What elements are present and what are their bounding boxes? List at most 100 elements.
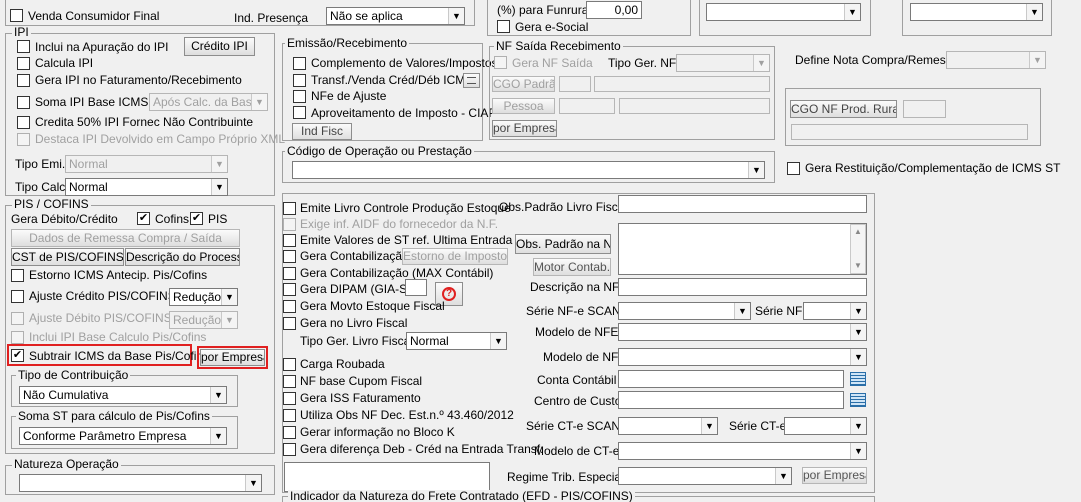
inclui-ipi-base-checkbox[interactable] [11,331,24,344]
descricao-nf-input[interactable] [618,278,867,296]
cgo-nf-prod-rural-desc-input[interactable] [791,124,1028,140]
serie-cte-scan-select[interactable]: ▼ [618,417,718,435]
gera-iss-checkbox[interactable] [283,392,296,405]
gera-livro-fiscal-checkbox[interactable] [283,317,296,330]
descricao-processo-button[interactable]: Descrição do Processo [125,248,240,266]
modelo-cte-select[interactable]: ▼ [618,442,867,460]
pis-cofins-por-empresa-button[interactable]: por Empresa [200,349,265,366]
gera-ipi-faturamento-checkbox[interactable] [17,74,30,87]
centro-custo-lookup-icon[interactable] [850,393,866,407]
obs-padrao-livro-input[interactable] [618,195,867,213]
funrural-input[interactable]: 0,00 [586,1,642,19]
exige-aidf-checkbox[interactable] [283,218,296,231]
tipo-ger-nf-select[interactable]: ▼ [676,54,770,72]
regime-por-empresa-button[interactable]: por Empresa [802,467,867,484]
motor-contab-button[interactable]: Motor Contab. [533,258,611,276]
obs-padrao-nf-scrollbar[interactable]: ▲ ▼ [850,224,866,274]
carga-roubada-checkbox[interactable] [283,358,296,371]
soma-st-select[interactable]: Conforme Parâmetro Empresa ▼ [19,427,227,445]
gera-contabilizacao-max-checkbox[interactable] [283,267,296,280]
gera-movto-estoque-label: Gera Movto Estoque Fiscal [300,299,445,313]
natureza-operacao-title: Natureza Operação [12,457,121,471]
calcula-ipi-checkbox[interactable] [17,57,30,70]
gera-contabilizacao-label: Gera Contabilização [300,249,409,263]
opcoes-bottom-textarea[interactable] [284,462,490,492]
cgo-nf-prod-rural-button[interactable]: CGO NF Prod. Rural [790,100,897,118]
obs-padrao-nf-button[interactable]: Obs. Padrão na NF [515,234,611,254]
serie-nfe-scan-select[interactable]: ▼ [618,302,751,320]
gera-debito-credito-label: Gera Débito/Crédito [11,212,118,226]
credita-50-checkbox[interactable] [17,116,30,129]
regime-trib-select[interactable]: ▼ [618,467,792,485]
conta-contabil-input[interactable] [618,370,844,388]
ipi-group-title: IPI [12,25,31,39]
inclui-apuracao-checkbox[interactable] [17,40,30,53]
ajuste-credito-select[interactable]: Redução ▼ [169,288,238,306]
cgo-padrao-button[interactable]: CGO Padrão [492,76,555,92]
cofins-checkbox[interactable]: ✔ [137,212,150,225]
estorno-icms-antecip-checkbox[interactable] [11,269,24,282]
tipo-calc-select[interactable]: Normal ▼ [65,178,228,196]
gera-esocial-checkbox[interactable] [497,20,510,33]
venda-consumidor-final-checkbox[interactable] [10,9,23,22]
subtrair-icms-checkbox[interactable]: ✔ [11,349,24,362]
gera-dipam-checkbox[interactable] [283,283,296,296]
pessoa-code-input[interactable] [559,98,615,114]
nf-saida-por-empresa-button[interactable]: por Empresa [492,120,557,137]
ind-fisc-button[interactable]: Ind Fisc [292,123,352,140]
emite-livro-label: Emite Livro Controle Produção Estoque [300,201,511,215]
chevron-down-icon: ▼ [211,156,227,172]
gerar-bloco-k-checkbox[interactable] [283,426,296,439]
emite-valores-st-checkbox[interactable] [283,234,296,247]
conta-contabil-lookup-icon[interactable] [850,372,866,386]
estorno-impostos-button[interactable]: Estorno de Impostos [402,248,508,265]
pessoa-button[interactable]: Pessoa [492,98,555,114]
destaca-ipi-devolvido-checkbox[interactable] [17,133,30,146]
ind-presenca-select[interactable]: Não se aplica ▼ [326,7,465,25]
top-right-select[interactable]: ▼ [910,3,1043,21]
cgo-nf-prod-rural-input[interactable] [903,100,946,118]
chevron-down-icon: ▼ [245,475,261,491]
cfop-select[interactable]: ▼ [292,161,765,179]
utiliza-obs-nf-checkbox[interactable] [283,409,296,422]
ajuste-debito-checkbox[interactable] [11,312,24,325]
tipo-contribuicao-select[interactable]: Não Cumulativa ▼ [19,386,227,404]
serie-nf-select[interactable]: ▼ [803,302,867,320]
tipo-emi-select[interactable]: Normal ▼ [65,155,228,173]
serie-cte-select[interactable]: ▼ [784,417,867,435]
obs-padrao-nf-textarea[interactable] [618,223,867,275]
ajuste-debito-select[interactable]: Redução ▼ [169,311,238,329]
centro-custo-input[interactable] [618,391,844,409]
soma-ipi-base-icms-select[interactable]: Após Calc. da Base ▼ [149,93,268,111]
pessoa-desc-input[interactable] [619,98,770,114]
modelo-nf-select[interactable]: ▼ [618,348,867,366]
cgo-padrao-code-input[interactable] [559,76,591,92]
emite-livro-checkbox[interactable] [283,202,296,215]
cst-pis-cofins-button[interactable]: CST de PIS/COFINS [11,248,124,266]
cgo-padrao-desc-input[interactable] [594,76,770,92]
gera-movto-estoque-checkbox[interactable] [283,300,296,313]
ajuste-credito-checkbox[interactable] [11,290,24,303]
transf-venda-detail-button[interactable] [463,73,480,88]
nfe-ajuste-checkbox[interactable] [293,90,306,103]
gera-contabilizacao-checkbox[interactable] [283,250,296,263]
pis-checkbox[interactable]: ✔ [190,212,203,225]
gera-restituicao-checkbox[interactable] [787,162,800,175]
aproveitamento-ciap-checkbox[interactable] [293,106,306,119]
soma-ipi-base-icms-checkbox[interactable] [17,96,30,109]
regime-trib-label: Regime Trib. Especial [507,470,624,484]
nf-base-cupom-checkbox[interactable] [283,375,296,388]
define-nota-select[interactable]: ▼ [946,51,1046,69]
dados-remessa-button[interactable]: Dados de Remessa Compra / Saída [11,229,240,247]
credito-ipi-button[interactable]: Crédito IPI [184,37,255,56]
modelo-nfe-select[interactable]: ▼ [618,323,867,341]
tipo-ger-livro-select[interactable]: Normal ▼ [406,332,507,350]
chevron-down-icon: ▼ [753,55,769,71]
transf-venda-checkbox[interactable] [293,74,306,87]
natureza-operacao-select[interactable]: ▼ [19,474,262,492]
gera-dipam-input[interactable] [405,279,427,296]
gera-diferenca-checkbox[interactable] [283,443,296,456]
complemento-checkbox[interactable] [293,57,306,70]
gera-nf-saida-checkbox[interactable] [494,56,507,69]
top-mid-select[interactable]: ▼ [706,3,861,21]
